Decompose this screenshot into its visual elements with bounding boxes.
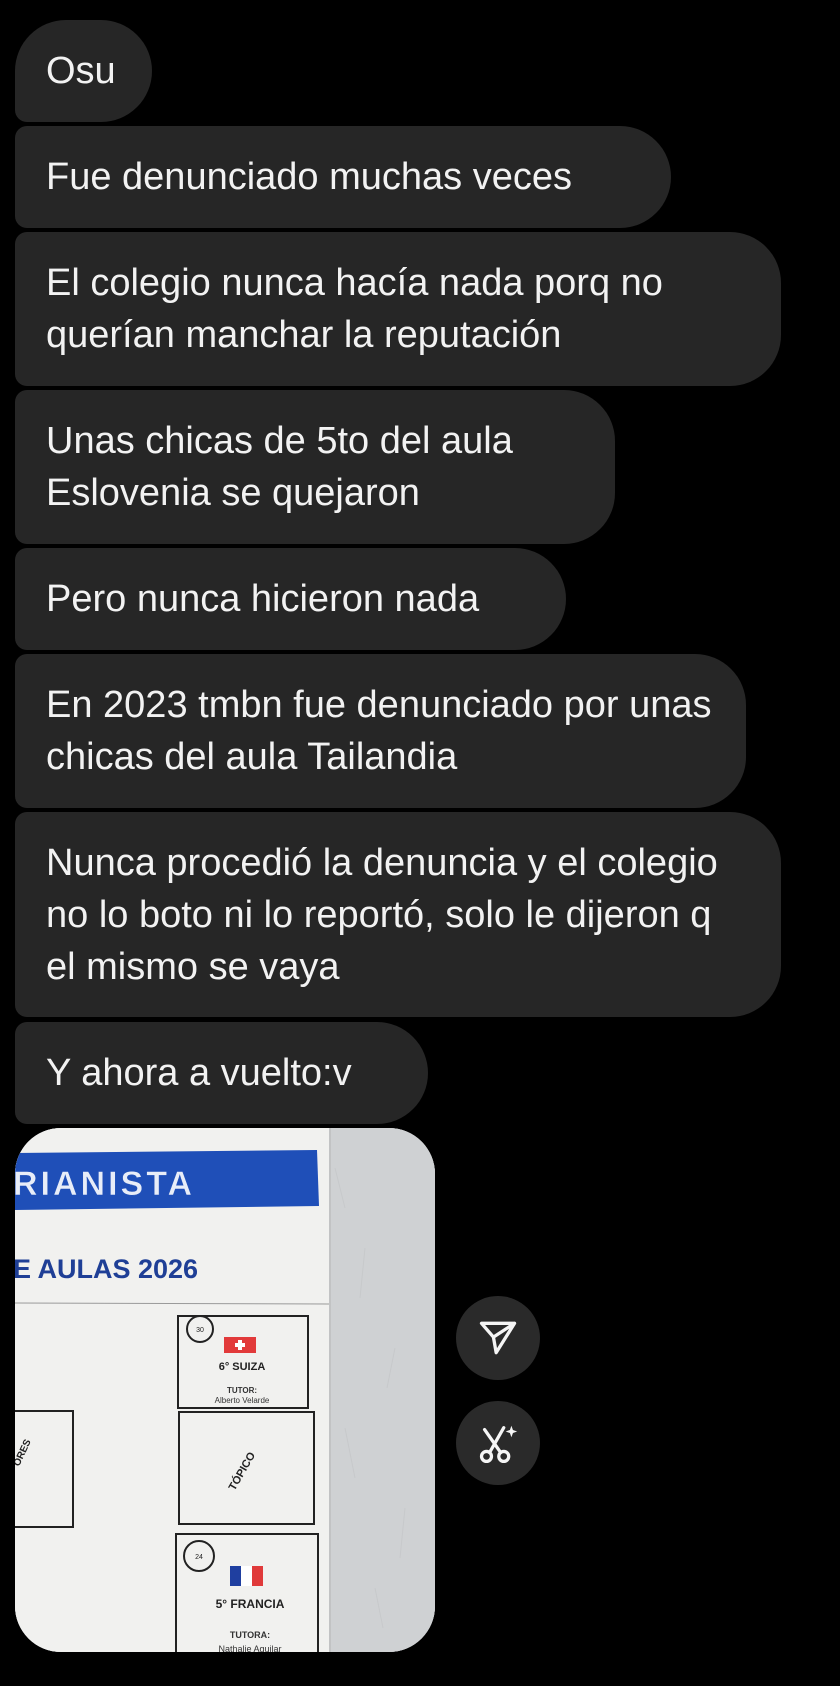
tutor-name: Nathalie Aguilar <box>218 1644 281 1652</box>
message-bubble[interactable]: Pero nunca hicieron nada <box>15 548 566 650</box>
scissors-sparkle-icon <box>479 1425 518 1464</box>
france-flag-icon <box>230 1566 241 1586</box>
banner-text: RIANISTA <box>15 1165 195 1203</box>
ai-edit-button[interactable] <box>456 1401 540 1485</box>
message-bubble[interactable]: Nunca procedió la denuncia y el colegio … <box>15 812 781 1017</box>
room-name: 6° SUIZA <box>219 1361 266 1373</box>
message-bubble[interactable]: En 2023 tmbn fue denunciado por unas chi… <box>15 654 746 808</box>
message-bubble[interactable]: Osu <box>15 20 152 122</box>
room-number: 24 <box>195 1554 203 1561</box>
room-name: 5° FRANCIA <box>216 1597 285 1611</box>
tutor-label: TUTOR: <box>227 1386 257 1395</box>
tutor-label: TUTORA: <box>230 1630 270 1640</box>
message-text: Nunca procedió la denuncia y el colegio … <box>46 842 718 988</box>
message-text: Osu <box>46 50 116 92</box>
message-bubble[interactable]: Fue denunciado muchas veces <box>15 126 671 228</box>
message-text: El colegio nunca hacía nada porq no quer… <box>46 262 663 356</box>
message-text: Y ahora a vuelto:v <box>46 1052 352 1094</box>
message-text: Fue denunciado muchas veces <box>46 156 572 198</box>
room-number: 30 <box>196 1327 204 1334</box>
message-bubble[interactable]: Y ahora a vuelto:v <box>15 1022 428 1124</box>
message-bubble[interactable]: El colegio nunca hacía nada porq no quer… <box>15 232 781 386</box>
tutor-name: Alberto Velarde <box>215 1396 270 1405</box>
message-text: Unas chicas de 5to del aula Eslovenia se… <box>46 420 513 514</box>
message-text: Pero nunca hicieron nada <box>46 578 480 620</box>
paper-plane-icon <box>479 1321 517 1355</box>
message-bubble[interactable]: Unas chicas de 5to del aula Eslovenia se… <box>15 390 615 544</box>
photo-image: RIANISTA E AULAS 2026 30 6° SUIZA TUTOR:… <box>15 1128 435 1652</box>
photo-message[interactable]: RIANISTA E AULAS 2026 30 6° SUIZA TUTOR:… <box>15 1128 435 1652</box>
message-text: En 2023 tmbn fue denunciado por unas chi… <box>46 684 712 778</box>
share-button[interactable] <box>456 1296 540 1380</box>
photo-heading: E AULAS 2026 <box>15 1254 198 1284</box>
